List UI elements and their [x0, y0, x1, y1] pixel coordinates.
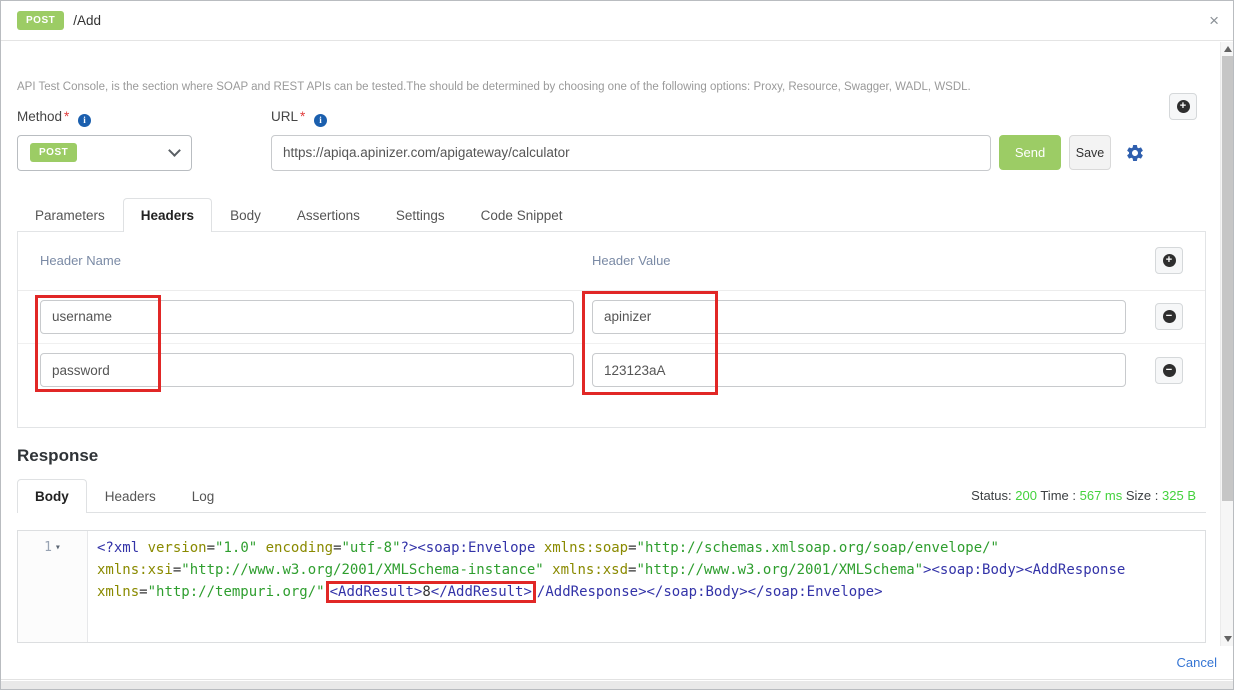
- field-labels-row: Method * i URL * i: [17, 109, 1217, 127]
- footer-divider: [1, 679, 1233, 680]
- horizontal-scrollbar[interactable]: [1, 681, 1233, 689]
- tab-body[interactable]: Body: [212, 198, 279, 232]
- modal-header: POST /Add ×: [1, 1, 1233, 41]
- response-tab-body[interactable]: Body: [17, 478, 87, 513]
- add-button-top[interactable]: +: [1169, 93, 1197, 120]
- header-value-column-label: Header Value: [592, 253, 671, 268]
- fold-arrow-icon[interactable]: ▾: [55, 542, 61, 553]
- response-status-line: Status: 200 Time : 567 ms Size : 325 B: [971, 488, 1206, 503]
- plus-icon: +: [1176, 100, 1190, 113]
- header-row: −: [18, 344, 1205, 397]
- scrollbar-thumb[interactable]: [1222, 56, 1233, 501]
- header-name-input[interactable]: [40, 299, 574, 334]
- scroll-down-icon[interactable]: [1223, 636, 1232, 642]
- header-value-input[interactable]: [592, 299, 1126, 334]
- method-label: Method: [17, 109, 63, 124]
- tab-assertions[interactable]: Assertions: [279, 198, 378, 232]
- console-description: API Test Console, is the section where S…: [17, 81, 971, 93]
- response-xml-code: <?xml version="1.0" encoding="utf-8"?><s…: [88, 531, 1205, 642]
- header-row: −: [18, 291, 1205, 344]
- chevron-down-icon: [168, 143, 181, 157]
- headers-panel-head: Header Name Header Value +: [18, 232, 1205, 291]
- response-title: Response: [17, 445, 99, 465]
- method-select-value: POST: [30, 143, 78, 162]
- response-tab-log[interactable]: Log: [174, 479, 233, 513]
- tab-headers[interactable]: Headers: [122, 197, 213, 232]
- code-line: xmlns:xsi="http://www.w3.org/2001/XMLSch…: [97, 561, 1126, 578]
- time-value: 567 ms: [1079, 487, 1123, 503]
- response-tabs: Body Headers Log Status: 200 Time : 567 …: [17, 478, 1206, 513]
- url-label: URL: [271, 109, 299, 124]
- minus-icon: −: [1162, 310, 1176, 323]
- modal-body: + API Test Console, is the section where…: [1, 41, 1233, 643]
- header-value-input[interactable]: [592, 353, 1126, 387]
- size-label: Size :: [1125, 487, 1159, 503]
- scroll-up-icon[interactable]: [1223, 46, 1232, 52]
- remove-header-button[interactable]: −: [1155, 356, 1183, 384]
- status-label: Status:: [971, 487, 1012, 503]
- url-input[interactable]: [271, 134, 991, 171]
- line-number: 1: [44, 539, 52, 555]
- response-tab-headers[interactable]: Headers: [87, 479, 174, 513]
- info-icon[interactable]: i: [78, 113, 92, 127]
- cancel-link[interactable]: Cancel: [1177, 655, 1217, 670]
- close-icon[interactable]: ×: [1209, 12, 1219, 29]
- response-body-editor: 1 ▾ <?xml version="1.0" encoding="utf-8"…: [17, 529, 1206, 643]
- header-name-input[interactable]: [40, 353, 574, 387]
- save-button[interactable]: Save: [1069, 135, 1111, 170]
- editor-gutter: 1 ▾: [18, 530, 88, 642]
- header-name-column-label: Header Name: [40, 253, 121, 268]
- method-label-wrap: Method * i: [17, 109, 271, 127]
- request-controls-row: POST Send Save: [17, 134, 1217, 171]
- tab-code-snippet[interactable]: Code Snippet: [463, 198, 581, 232]
- annotation-box-addresult: <AddResult>8</AddResult>: [325, 580, 536, 603]
- status-value: 200: [1015, 487, 1037, 503]
- minus-icon: −: [1162, 363, 1176, 377]
- api-test-console-modal: POST /Add × + API Test Console, is the s…: [0, 0, 1234, 690]
- vertical-scrollbar[interactable]: [1220, 42, 1233, 646]
- headers-panel: Header Name Header Value + − −: [17, 230, 1206, 428]
- method-select[interactable]: POST: [17, 134, 192, 171]
- request-tabs: Parameters Headers Body Assertions Setti…: [17, 197, 1217, 232]
- url-label-wrap: URL * i: [271, 109, 328, 127]
- required-mark: *: [300, 109, 306, 124]
- time-label: Time :: [1040, 487, 1076, 503]
- modal-title: /Add: [73, 13, 102, 28]
- remove-header-button[interactable]: −: [1155, 303, 1183, 330]
- gear-icon[interactable]: [1125, 143, 1145, 163]
- code-line: xmlns="http://tempuri.org/" <AddResult>8<…: [97, 580, 1205, 603]
- size-value: 325 B: [1162, 487, 1196, 503]
- info-icon[interactable]: i: [314, 113, 328, 127]
- plus-icon: +: [1162, 254, 1176, 267]
- tab-settings[interactable]: Settings: [378, 198, 463, 232]
- required-mark: *: [64, 109, 70, 124]
- code-line: <?xml version="1.0" encoding="utf-8"?><s…: [97, 539, 999, 556]
- tab-parameters[interactable]: Parameters: [17, 198, 123, 232]
- add-header-button[interactable]: +: [1155, 247, 1183, 274]
- send-button[interactable]: Send: [999, 135, 1061, 170]
- method-badge: POST: [17, 11, 65, 30]
